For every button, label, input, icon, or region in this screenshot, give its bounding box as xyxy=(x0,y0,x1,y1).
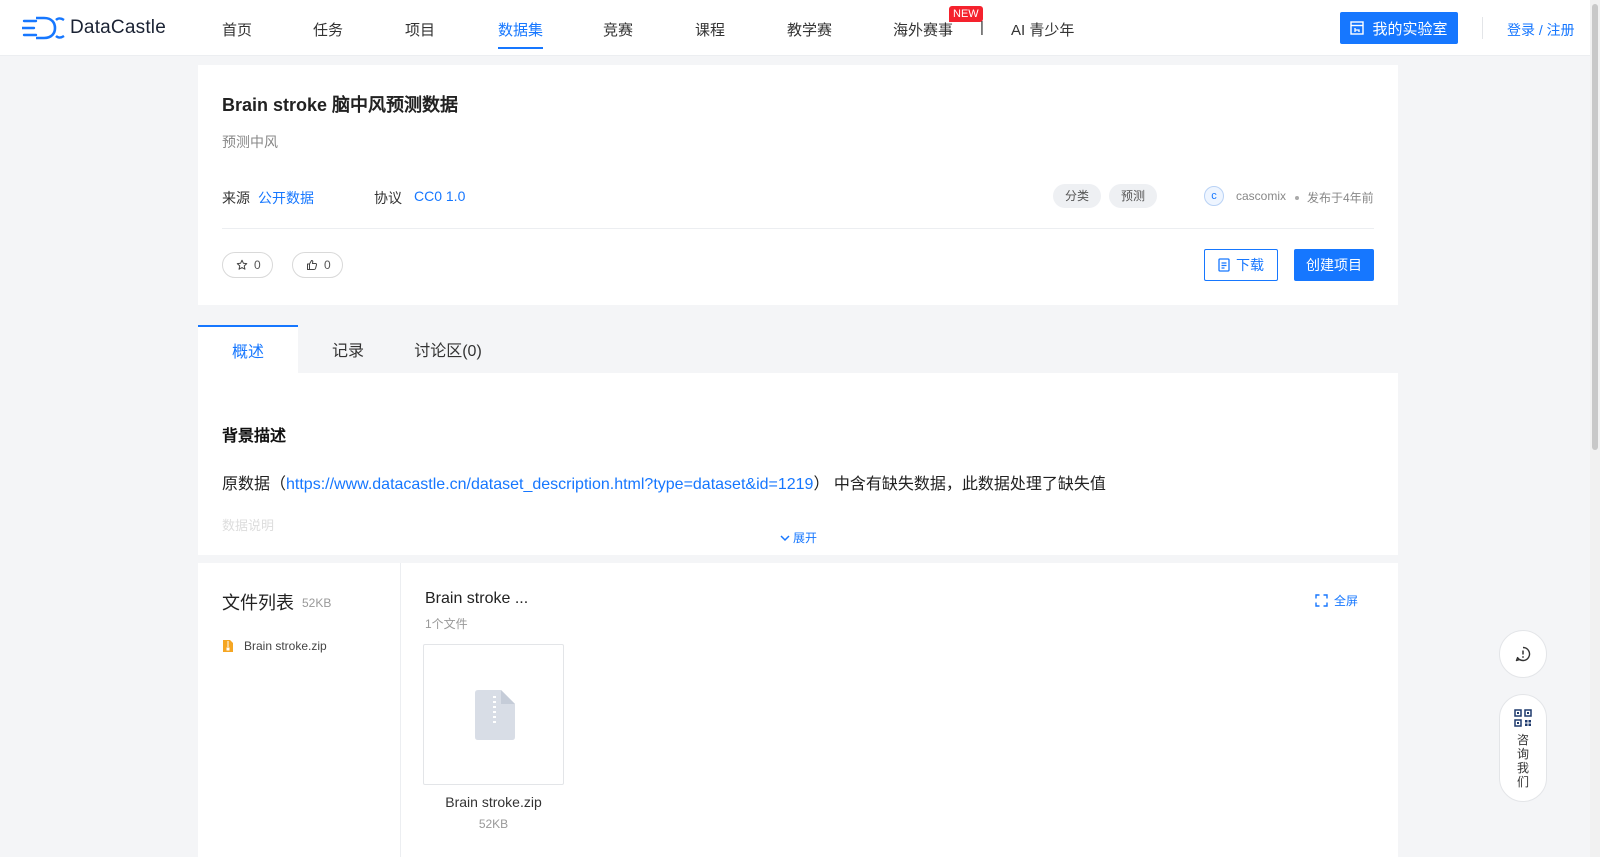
feedback-icon xyxy=(1515,646,1531,662)
my-lab-button[interactable]: 我的实验室 xyxy=(1340,12,1458,44)
background-text-suffix: ） 中含有缺失数据，此数据处理了缺失值 xyxy=(813,476,1106,493)
license-label: 协议 xyxy=(374,190,402,206)
download-button[interactable]: 下载 xyxy=(1204,249,1278,281)
tag-prediction[interactable]: 预测 xyxy=(1109,184,1158,208)
consult-us-button[interactable]: 咨询我们 xyxy=(1499,694,1547,802)
tab-records[interactable]: 记录 xyxy=(298,325,398,373)
my-lab-label: 我的实验室 xyxy=(1372,20,1448,38)
thumbs-up-icon xyxy=(307,260,318,270)
brand-name: DataCastle xyxy=(70,17,166,38)
fullscreen-icon xyxy=(1315,594,1328,607)
folder-file-count: 1个文件 xyxy=(425,617,468,631)
nav-competitions[interactable]: 竞赛 xyxy=(603,19,633,40)
nav-overseas-competitions[interactable]: 海外赛事 xyxy=(893,19,953,40)
qr-code-icon xyxy=(1514,709,1532,727)
file-tile-size: 52KB xyxy=(478,817,509,831)
create-project-button[interactable]: 创建项目 xyxy=(1294,249,1374,281)
scrollbar-thumb[interactable] xyxy=(1592,4,1598,450)
source-link[interactable]: 公开数据 xyxy=(258,188,314,208)
document-icon xyxy=(1218,258,1230,272)
favorite-button[interactable]: 0 xyxy=(222,252,273,278)
new-badge: NEW xyxy=(949,6,983,22)
nav-datasets-label: 数据集 xyxy=(498,22,544,39)
login-register-link[interactable]: 登录 / 注册 xyxy=(1507,20,1575,40)
nav-tasks[interactable]: 任务 xyxy=(313,19,343,40)
file-list-item-name: Brain stroke.zip xyxy=(244,639,327,653)
nav-home[interactable]: 首页 xyxy=(222,19,252,40)
fullscreen-label: 全屏 xyxy=(1334,594,1359,608)
meta-dot xyxy=(1295,196,1299,200)
files-panel: 文件列表 52KB Brain stroke.zip Brain stroke … xyxy=(198,563,1398,857)
nav-separator: | xyxy=(980,19,984,36)
consult-us-label: 咨询我们 xyxy=(1516,733,1529,789)
zip-file-icon xyxy=(474,689,515,740)
file-list-item[interactable]: Brain stroke.zip xyxy=(222,639,327,653)
like-count: 0 xyxy=(324,258,331,272)
tab-overview[interactable]: 概述 xyxy=(198,325,298,373)
nav-datasets[interactable]: 数据集 xyxy=(498,19,544,49)
zip-file-icon xyxy=(223,640,233,652)
background-text: 原数据（https://www.datacastle.cn/dataset_de… xyxy=(222,470,1106,494)
nav-projects[interactable]: 项目 xyxy=(405,19,435,40)
favorite-count: 0 xyxy=(254,258,261,272)
expand-label: 展开 xyxy=(792,531,817,545)
folder-title: Brain stroke ... xyxy=(425,590,529,607)
background-heading: 背景描述 xyxy=(222,428,287,445)
download-label: 下载 xyxy=(1236,257,1264,273)
license-link[interactable]: CC0 1.0 xyxy=(414,188,465,204)
file-list-title: 文件列表 xyxy=(222,593,294,613)
card-divider xyxy=(222,228,1374,229)
dataset-info-card: Brain stroke 脑中风预测数据 预测中风 来源 公开数据 协议 CC0… xyxy=(198,65,1398,305)
dataset-subtitle: 预测中风 xyxy=(222,134,278,150)
file-list-size: 52KB xyxy=(302,596,332,610)
feedback-button[interactable] xyxy=(1499,630,1547,678)
brand-logo[interactable]: DataCastle xyxy=(22,16,166,40)
dataset-title: Brain stroke 脑中风预测数据 xyxy=(222,95,459,115)
fullscreen-button[interactable]: 全屏 xyxy=(1315,592,1358,609)
lab-icon xyxy=(1350,21,1365,35)
file-tile-name: Brain stroke.zip xyxy=(445,794,542,810)
page-scrollbar[interactable] xyxy=(1590,0,1600,857)
tab-discussion[interactable]: 讨论区(0) xyxy=(398,325,498,373)
nav-active-underline xyxy=(498,47,544,49)
file-list-sidebar: 文件列表 52KB Brain stroke.zip xyxy=(198,563,401,857)
top-header: DataCastle 首页 任务 项目 数据集 竞赛 课程 教学赛 海外赛事 N… xyxy=(0,0,1600,56)
tag-classification[interactable]: 分类 xyxy=(1053,184,1102,208)
nav-teaching-competitions[interactable]: 教学赛 xyxy=(787,19,832,40)
publish-time: 发布于4年前 xyxy=(1307,191,1374,205)
original-data-link[interactable]: https://www.datacastle.cn/dataset_descri… xyxy=(286,476,813,493)
author-avatar[interactable]: c xyxy=(1204,186,1224,206)
datacastle-logo-icon xyxy=(22,16,65,40)
like-button[interactable]: 0 xyxy=(292,252,343,278)
background-text-prefix: 原数据（ xyxy=(222,476,287,493)
source-label: 来源 xyxy=(222,190,250,206)
author-name[interactable]: cascomix xyxy=(1236,189,1286,203)
overview-panel: 背景描述 原数据（https://www.datacastle.cn/datas… xyxy=(198,373,1398,555)
file-tile[interactable] xyxy=(423,644,564,785)
expand-button[interactable]: 展开 xyxy=(198,529,1398,546)
chevron-down-icon xyxy=(780,535,790,542)
nav-courses[interactable]: 课程 xyxy=(695,19,725,40)
nav-ai-youth[interactable]: AI 青少年 xyxy=(1011,19,1074,40)
star-icon xyxy=(236,259,248,270)
header-divider xyxy=(1482,17,1483,39)
